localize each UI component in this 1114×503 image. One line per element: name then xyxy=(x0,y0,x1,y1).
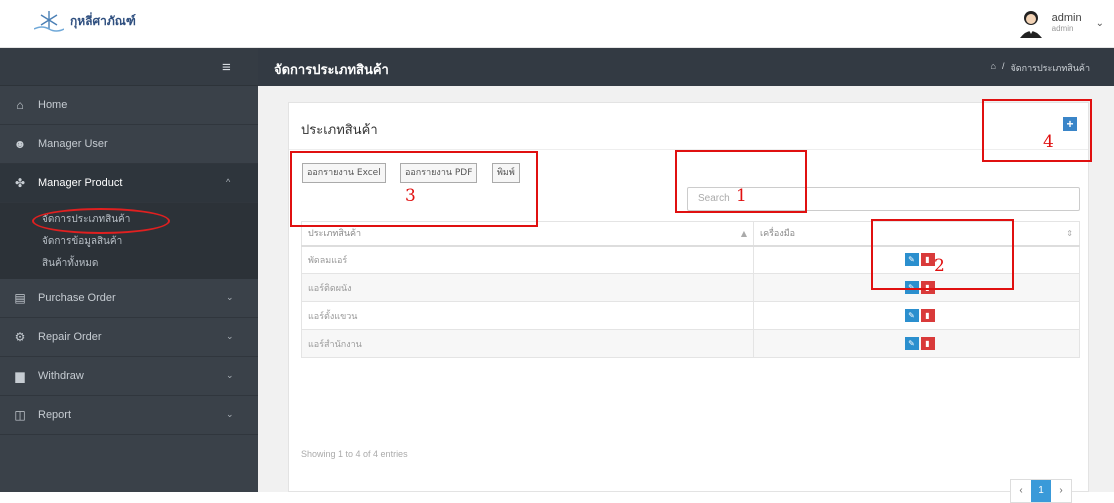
table-info: Showing 1 to 4 of 4 entries xyxy=(301,449,408,459)
sidebar-item-label: Home xyxy=(38,99,68,111)
submenu-all-products[interactable]: สินค้าทั้งหมด xyxy=(0,253,258,275)
sidebar-item-label: Manager User xyxy=(38,138,108,150)
submenu-manage-category[interactable]: จัดการประเภทสินค้า xyxy=(0,208,258,234)
user-avatar-icon xyxy=(1019,11,1042,38)
top-bar: กุหลี่ศาภัณฑ์ admin admin ⌄ xyxy=(0,0,1114,48)
panel-title: ประเภทสินค้า xyxy=(301,123,378,138)
home-icon: ⌂ xyxy=(16,98,24,112)
brand-logo[interactable]: กุหลี่ศาภัณฑ์ xyxy=(34,9,136,33)
sidebar-item-manager-product[interactable]: ✤ Manager Product ^ xyxy=(0,164,258,203)
product-icon: ✤ xyxy=(14,176,26,190)
page-title: จัดการประเภทสินค้า xyxy=(274,63,389,78)
category-cell: แอร์สำนักงาน xyxy=(301,329,754,358)
sidebar-item-withdraw[interactable]: ▆ Withdraw ⌄ xyxy=(0,357,258,396)
next-page-button[interactable]: › xyxy=(1051,480,1071,502)
user-role: admin xyxy=(1051,23,1074,33)
delete-icon[interactable]: ▮ xyxy=(920,337,935,350)
actions-cell: ✎ ▮ xyxy=(753,301,1080,330)
home-icon[interactable]: ⌂ xyxy=(991,61,996,75)
snowflake-logo-icon xyxy=(34,11,64,32)
sidebar-item-report[interactable]: ◫ Report ⌄ xyxy=(0,396,258,435)
delete-icon[interactable]: ▮ xyxy=(920,309,935,322)
category-cell: พัดลมแอร์ xyxy=(301,245,754,274)
sort-icon[interactable]: ⇕ xyxy=(1066,229,1073,238)
withdraw-icon: ▆ xyxy=(15,369,25,383)
sidebar-item-label: Withdraw xyxy=(38,370,84,382)
annotation-number: 2 xyxy=(934,256,945,276)
annotation-number: 1 xyxy=(736,186,747,206)
sidebar-item-label: Manager Product xyxy=(38,177,123,189)
annotation-number: 3 xyxy=(405,186,416,206)
pagination: ‹ 1 › xyxy=(1010,479,1072,503)
breadcrumb: ⌂ / จัดการประเภทสินค้า xyxy=(991,61,1090,75)
submenu-manage-product[interactable]: จัดการข้อมูลสินค้า xyxy=(0,231,258,253)
sidebar-item-repair-order[interactable]: ⚙ Repair Order ⌄ xyxy=(0,318,258,357)
sidebar-item-purchase-order[interactable]: ▤ Purchase Order ⌄ xyxy=(0,279,258,318)
breadcrumb-separator: / xyxy=(1001,61,1005,71)
annotation-number: 4 xyxy=(1043,132,1054,152)
product-submenu: จัดการประเภทสินค้า จัดการข้อมูลสินค้า สิ… xyxy=(0,203,258,279)
sidebar-item-label: Purchase Order xyxy=(38,292,116,304)
page-1-button[interactable]: 1 xyxy=(1031,480,1051,502)
sidebar-item-home[interactable]: ⌂ Home xyxy=(0,86,258,125)
brand-name: กุหลี่ศาภัณฑ์ xyxy=(70,13,136,28)
annotation-box-actions xyxy=(871,219,1014,290)
sidebar-item-label: Report xyxy=(38,409,72,421)
repair-icon: ⚙ xyxy=(14,330,26,344)
purchase-icon: ▤ xyxy=(14,291,26,305)
category-cell: แอร์ติดผนัง xyxy=(301,273,754,302)
breadcrumb-current: จัดการประเภทสินค้า xyxy=(1010,63,1091,73)
user-name: admin xyxy=(1051,11,1082,24)
chevron-down-icon: ⌄ xyxy=(226,370,234,380)
report-icon: ◫ xyxy=(14,408,26,422)
annotation-box-add xyxy=(982,99,1092,162)
category-cell: แอร์ตั้งแขวน xyxy=(301,301,754,330)
chevron-down-icon: ⌄ xyxy=(226,331,234,341)
user-menu[interactable]: admin admin ⌄ xyxy=(1018,8,1104,38)
menu-toggle-icon[interactable]: ≡ xyxy=(222,59,231,76)
chevron-down-icon: ⌄ xyxy=(226,292,234,302)
chevron-up-icon: ^ xyxy=(226,177,231,187)
sort-asc-icon[interactable]: ▲ xyxy=(741,229,747,238)
edit-icon[interactable]: ✎ xyxy=(904,309,919,322)
sidebar-item-manager-user[interactable]: ☻ Manager User xyxy=(0,125,258,164)
edit-icon[interactable]: ✎ xyxy=(904,337,919,350)
chevron-down-icon: ⌄ xyxy=(226,409,234,419)
chevron-down-icon[interactable]: ⌄ xyxy=(1096,18,1104,29)
page-header: จัดการประเภทสินค้า ⌂ / จัดการประเภทสินค้… xyxy=(258,48,1114,86)
sidebar-item-label: Repair Order xyxy=(38,331,102,343)
actions-cell: ✎ ▮ xyxy=(753,329,1080,358)
sidebar-header: ≡ xyxy=(0,48,258,86)
table-row: แอร์ตั้งแขวน ✎ ▮ xyxy=(301,301,1080,330)
table-row: แอร์สำนักงาน ✎ ▮ xyxy=(301,329,1080,358)
sidebar: ≡ ⌂ Home ☻ Manager User ✤ Manager Produc… xyxy=(0,48,258,492)
prev-page-button[interactable]: ‹ xyxy=(1011,480,1031,502)
users-icon: ☻ xyxy=(13,137,27,151)
